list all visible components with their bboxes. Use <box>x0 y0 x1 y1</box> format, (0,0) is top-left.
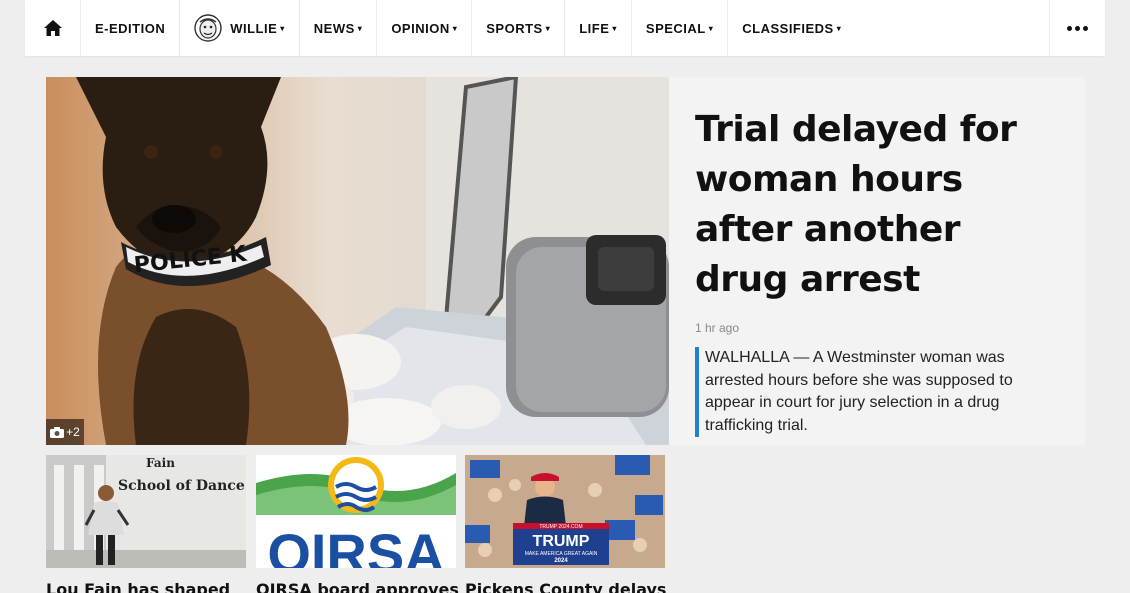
oirsa-logo-image: OIRSA <box>256 455 456 568</box>
photo-count-badge[interactable]: +2 <box>46 419 84 445</box>
chevron-down-icon: ▾ <box>357 23 363 33</box>
chevron-down-icon: ▾ <box>280 23 285 33</box>
oirsa-logo-text: OIRSA <box>267 522 444 568</box>
sign-text-line1: Fain <box>146 456 175 470</box>
camera-icon <box>50 426 65 438</box>
nav-item-special[interactable]: SPECIAL ▾ <box>632 0 729 56</box>
nav-item-label: NEWS <box>313 20 355 36</box>
hero-headline[interactable]: Trial delayed for woman hours after anot… <box>695 105 1059 305</box>
more-dots-icon <box>1067 25 1088 31</box>
nav-item-willie[interactable]: WILLIE ▾ <box>180 0 300 56</box>
story-title-1[interactable]: Lou Fain has shaped <box>46 580 230 593</box>
nav-item-sports[interactable]: SPORTS ▾ <box>472 0 566 56</box>
home-button[interactable] <box>25 0 81 56</box>
nav-item-classifieds[interactable]: CLASSIFIEDS ▾ <box>728 0 855 56</box>
chevron-down-icon: ▾ <box>708 23 714 33</box>
nav-item-label: OPINION <box>391 20 450 36</box>
nav-item-news[interactable]: NEWS ▾ <box>300 0 378 56</box>
hero-summary: WALHALLA — A Westminster woman was arres… <box>695 347 1059 437</box>
story-thumbnail-3[interactable]: TRUMP MAKE AMERICA GREAT AGAIN 2024 TRUM… <box>465 455 665 568</box>
hero-text-panel: Trial delayed for woman hours after anot… <box>669 77 1085 445</box>
nav-item-label: SPECIAL <box>645 20 706 36</box>
podium-sign-year: 2024 <box>554 558 568 564</box>
chevron-down-icon: ▾ <box>545 23 551 33</box>
chevron-down-icon: ▾ <box>612 23 617 33</box>
home-icon <box>43 20 62 36</box>
more-menu-button[interactable] <box>1049 0 1105 56</box>
willie-logo-icon <box>194 14 222 42</box>
nav-item-label: LIFE <box>579 20 610 36</box>
story-title-2[interactable]: OIRSA board approves <box>256 580 459 593</box>
story-thumbnail-1[interactable]: Fain School of Dance <box>46 455 246 568</box>
photo-count: +2 <box>66 425 80 439</box>
hero-timestamp: 1 hr ago <box>695 321 740 335</box>
chevron-down-icon: ▾ <box>452 23 458 33</box>
story-thumbnail-2[interactable]: OIRSA <box>256 455 456 568</box>
podium-sign-text: TRUMP <box>533 533 590 550</box>
nav-item-label: WILLIE <box>230 20 278 36</box>
nav-item-e-edition[interactable]: E-EDITION <box>81 0 181 56</box>
rally-photo: TRUMP MAKE AMERICA GREAT AGAIN 2024 TRUM… <box>465 455 665 568</box>
chevron-down-icon: ▾ <box>836 23 842 33</box>
podium-sign-url: TRUMP 2024.COM <box>539 524 582 530</box>
nav-item-label: SPORTS <box>486 20 543 36</box>
hero-image[interactable]: POLICE K +2 <box>46 77 669 445</box>
top-nav-bar: E-EDITION WILLIE ▾ NEWS ▾ OPINION ▾ SPOR… <box>25 0 1105 56</box>
nav-item-life[interactable]: LIFE ▾ <box>565 0 632 56</box>
podium-sign-sub: MAKE AMERICA GREAT AGAIN <box>525 551 598 557</box>
story-title-3[interactable]: Pickens County delays <box>465 580 666 593</box>
dance-school-photo: Fain School of Dance <box>46 455 246 568</box>
sign-text-line2: School of Dance <box>118 478 245 494</box>
nav-item-opinion[interactable]: OPINION ▾ <box>377 0 473 56</box>
nav-item-label: E-EDITION <box>95 20 166 36</box>
police-dog-photo: POLICE K <box>46 77 669 445</box>
nav-item-label: CLASSIFIEDS <box>742 20 834 36</box>
